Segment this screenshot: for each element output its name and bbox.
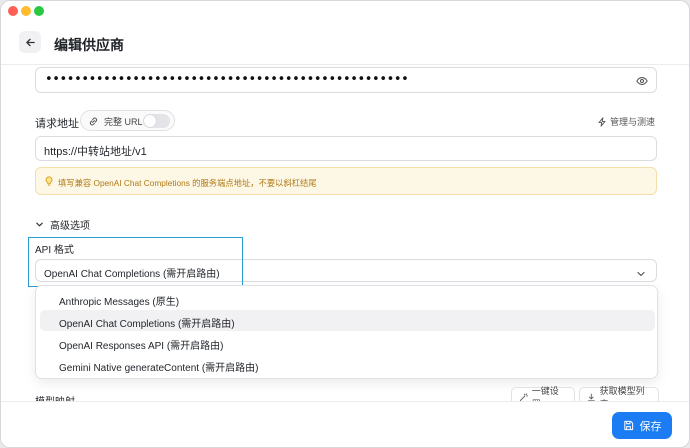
- eye-icon[interactable]: [636, 75, 648, 89]
- hint-banner: 填写兼容 OpenAI Chat Completions 的服务端点地址，不要以…: [35, 167, 657, 195]
- full-url-toggle[interactable]: 完整 URL: [80, 110, 175, 131]
- dropdown-option-selected[interactable]: OpenAI Chat Completions (需开启路由): [40, 310, 655, 331]
- api-key-masked-value: ••••••••••••••••••••••••••••••••••••••••…: [45, 72, 409, 87]
- api-format-dropdown: Anthropic Messages (原生) OpenAI Chat Comp…: [35, 285, 658, 379]
- model-mapping-label: 模型映射: [35, 393, 75, 401]
- full-url-switch[interactable]: [143, 114, 170, 128]
- dropdown-option[interactable]: Gemini Native generateContent (需开启路由): [40, 354, 655, 375]
- fetch-models-button[interactable]: 获取模型列表: [579, 386, 659, 401]
- one-click-setup-label: 一键设置: [531, 386, 559, 401]
- manage-speedtest-button[interactable]: 管理与测速: [597, 115, 655, 128]
- link-icon: [88, 116, 99, 130]
- close-window-button[interactable]: [8, 6, 18, 16]
- hint-text: 填写兼容 OpenAI Chat Completions 的服务端点地址，不要以…: [58, 178, 317, 188]
- api-key-input[interactable]: ••••••••••••••••••••••••••••••••••••••••…: [35, 67, 657, 93]
- option-label: Anthropic Messages (原生): [59, 297, 180, 308]
- wand-icon: [519, 393, 528, 401]
- one-click-setup-button[interactable]: 一键设置: [511, 386, 575, 401]
- advanced-options-toggle[interactable]: 高级选项: [35, 217, 90, 232]
- arrow-left-icon: [25, 38, 35, 46]
- request-url-label: 请求地址: [35, 118, 79, 130]
- option-label: Gemini Native generateContent (需开启路由): [59, 363, 259, 374]
- download-icon: [587, 393, 595, 401]
- page-title: 编辑供应商: [54, 37, 124, 53]
- save-button[interactable]: 保存: [612, 412, 672, 439]
- save-icon: [623, 420, 633, 431]
- lightbulb-icon: [44, 176, 54, 190]
- advanced-options-label: 高级选项: [50, 221, 90, 232]
- manage-speedtest-label: 管理与测速: [609, 117, 655, 127]
- chevron-down-icon: [636, 267, 646, 281]
- lightning-icon: [598, 116, 606, 127]
- zoom-window-button[interactable]: [34, 6, 44, 16]
- switch-knob: [144, 115, 156, 127]
- full-url-label: 完整 URL: [104, 117, 143, 127]
- chevron-down-icon: [36, 222, 43, 227]
- option-label: OpenAI Chat Completions (需开启路由): [59, 319, 235, 330]
- dropdown-option[interactable]: OpenAI Responses API (需开启路由): [40, 332, 655, 353]
- highlight-annotation-box: [28, 237, 243, 287]
- save-label: 保存: [639, 420, 662, 433]
- dropdown-option[interactable]: Anthropic Messages (原生): [40, 288, 655, 309]
- title-bar: [1, 1, 689, 21]
- request-url-input[interactable]: https://中转站地址/v1: [35, 136, 657, 161]
- back-button[interactable]: [19, 31, 41, 53]
- page-header: 编辑供应商: [1, 21, 689, 65]
- option-label: OpenAI Responses API (需开启路由): [59, 341, 224, 352]
- app-window: 编辑供应商 ••••••••••••••••••••••••••••••••••…: [0, 0, 690, 448]
- footer-bar: 保存: [1, 401, 689, 447]
- minimize-window-button[interactable]: [21, 6, 31, 16]
- form-content[interactable]: ••••••••••••••••••••••••••••••••••••••••…: [1, 65, 689, 401]
- request-url-value: https://中转站地址/v1: [44, 146, 147, 158]
- fetch-models-label: 获取模型列表: [599, 386, 645, 401]
